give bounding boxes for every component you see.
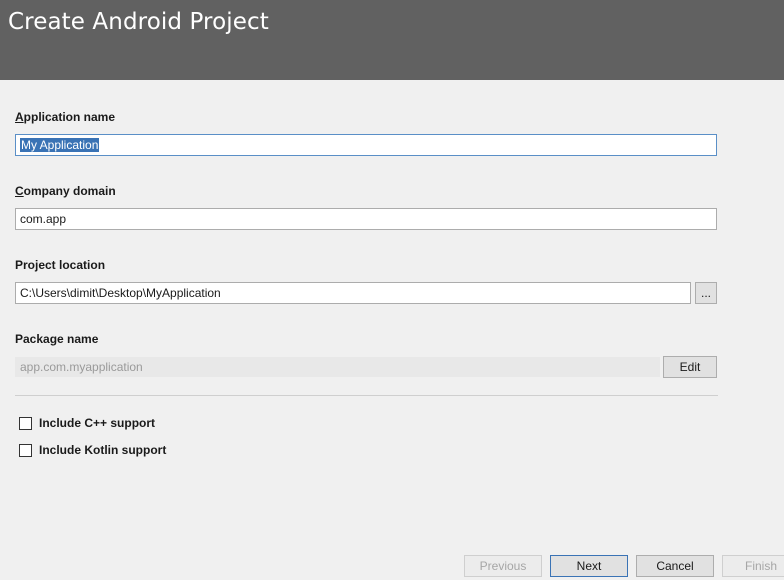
include-kotlin-checkbox[interactable] <box>19 444 32 457</box>
wizard-title: Create Android Project <box>8 9 269 35</box>
application-name-value: My Application <box>20 138 100 152</box>
edit-package-button[interactable]: Edit <box>663 356 717 378</box>
application-name-input[interactable]: My Application <box>15 134 717 156</box>
wizard-header: Create Android Project <box>0 0 784 80</box>
include-kotlin-label: Include Kotlin support <box>39 443 167 457</box>
include-cpp-label: Include C++ support <box>39 416 156 430</box>
divider <box>15 395 718 396</box>
browse-location-button[interactable]: ... <box>695 282 717 304</box>
package-name-value: app.com.myapplication <box>20 360 143 374</box>
application-name-label-mnemonic: A <box>15 110 24 124</box>
company-domain-value: com.app <box>20 212 67 226</box>
wizard-footer: Previous Next Cancel Finish <box>0 544 784 580</box>
application-name-label-rest: pplication name <box>23 110 116 124</box>
application-name-label: Application name <box>15 110 115 124</box>
company-domain-label: Company domain <box>15 184 116 198</box>
project-location-input[interactable]: C:\Users\dimit\Desktop\MyApplication <box>15 282 691 304</box>
finish-button[interactable]: Finish <box>722 555 784 577</box>
company-domain-label-mnemonic: C <box>15 184 24 198</box>
cancel-button[interactable]: Cancel <box>636 555 714 577</box>
package-name-field: app.com.myapplication <box>15 357 660 377</box>
package-name-label: Package name <box>15 332 99 346</box>
include-cpp-checkbox[interactable] <box>19 417 32 430</box>
project-location-label: Project location <box>15 258 106 272</box>
project-location-value: C:\Users\dimit\Desktop\MyApplication <box>20 286 221 300</box>
previous-button[interactable]: Previous <box>464 555 542 577</box>
company-domain-input[interactable]: com.app <box>15 208 717 230</box>
company-domain-label-rest: ompany domain <box>23 184 116 198</box>
next-button[interactable]: Next <box>550 555 628 577</box>
